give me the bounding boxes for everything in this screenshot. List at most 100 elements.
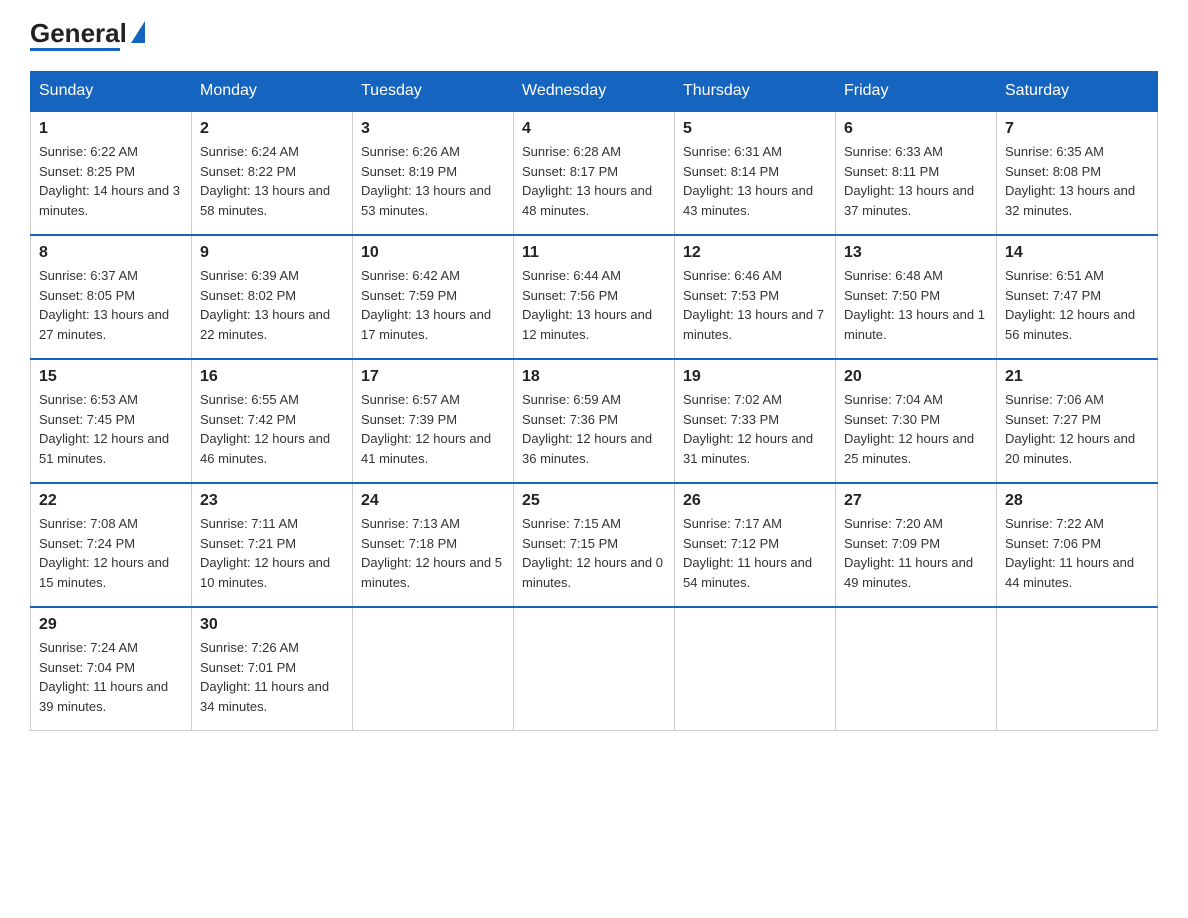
day-info: Sunrise: 6:51 AM Sunset: 7:47 PM Dayligh… — [1005, 266, 1149, 344]
weekday-header-friday: Friday — [836, 72, 997, 112]
day-number: 20 — [844, 368, 988, 386]
calendar-cell: 18 Sunrise: 6:59 AM Sunset: 7:36 PM Dayl… — [514, 359, 675, 483]
calendar-header-row: SundayMondayTuesdayWednesdayThursdayFrid… — [31, 72, 1158, 112]
day-number: 2 — [200, 120, 344, 138]
day-number: 16 — [200, 368, 344, 386]
day-info: Sunrise: 7:08 AM Sunset: 7:24 PM Dayligh… — [39, 514, 183, 592]
day-number: 6 — [844, 120, 988, 138]
day-info: Sunrise: 6:28 AM Sunset: 8:17 PM Dayligh… — [522, 142, 666, 220]
calendar-cell: 29 Sunrise: 7:24 AM Sunset: 7:04 PM Dayl… — [31, 607, 192, 731]
day-info: Sunrise: 7:13 AM Sunset: 7:18 PM Dayligh… — [361, 514, 505, 592]
day-info: Sunrise: 7:17 AM Sunset: 7:12 PM Dayligh… — [683, 514, 827, 592]
day-info: Sunrise: 6:42 AM Sunset: 7:59 PM Dayligh… — [361, 266, 505, 344]
page-header: General — [30, 20, 1158, 51]
day-number: 11 — [522, 244, 666, 262]
calendar-week-row: 8 Sunrise: 6:37 AM Sunset: 8:05 PM Dayli… — [31, 235, 1158, 359]
day-number: 17 — [361, 368, 505, 386]
calendar-cell — [514, 607, 675, 731]
day-info: Sunrise: 6:55 AM Sunset: 7:42 PM Dayligh… — [200, 390, 344, 468]
calendar-cell: 28 Sunrise: 7:22 AM Sunset: 7:06 PM Dayl… — [997, 483, 1158, 607]
calendar-week-row: 1 Sunrise: 6:22 AM Sunset: 8:25 PM Dayli… — [31, 111, 1158, 235]
calendar-cell — [675, 607, 836, 731]
day-number: 13 — [844, 244, 988, 262]
day-info: Sunrise: 6:35 AM Sunset: 8:08 PM Dayligh… — [1005, 142, 1149, 220]
day-number: 29 — [39, 616, 183, 634]
calendar-cell: 23 Sunrise: 7:11 AM Sunset: 7:21 PM Dayl… — [192, 483, 353, 607]
calendar-cell: 11 Sunrise: 6:44 AM Sunset: 7:56 PM Dayl… — [514, 235, 675, 359]
calendar-cell: 2 Sunrise: 6:24 AM Sunset: 8:22 PM Dayli… — [192, 111, 353, 235]
logo-line — [30, 48, 120, 51]
day-number: 25 — [522, 492, 666, 510]
day-info: Sunrise: 7:02 AM Sunset: 7:33 PM Dayligh… — [683, 390, 827, 468]
logo-text: General — [30, 20, 145, 46]
weekday-header-saturday: Saturday — [997, 72, 1158, 112]
day-info: Sunrise: 7:06 AM Sunset: 7:27 PM Dayligh… — [1005, 390, 1149, 468]
weekday-header-thursday: Thursday — [675, 72, 836, 112]
logo: General — [30, 20, 145, 51]
day-number: 15 — [39, 368, 183, 386]
day-info: Sunrise: 7:11 AM Sunset: 7:21 PM Dayligh… — [200, 514, 344, 592]
day-number: 3 — [361, 120, 505, 138]
day-info: Sunrise: 6:33 AM Sunset: 8:11 PM Dayligh… — [844, 142, 988, 220]
logo-general: General — [30, 20, 127, 46]
day-info: Sunrise: 7:26 AM Sunset: 7:01 PM Dayligh… — [200, 638, 344, 716]
day-number: 21 — [1005, 368, 1149, 386]
calendar-cell — [997, 607, 1158, 731]
calendar-cell: 24 Sunrise: 7:13 AM Sunset: 7:18 PM Dayl… — [353, 483, 514, 607]
day-number: 24 — [361, 492, 505, 510]
calendar-body: 1 Sunrise: 6:22 AM Sunset: 8:25 PM Dayli… — [31, 111, 1158, 731]
calendar-cell: 16 Sunrise: 6:55 AM Sunset: 7:42 PM Dayl… — [192, 359, 353, 483]
day-info: Sunrise: 6:44 AM Sunset: 7:56 PM Dayligh… — [522, 266, 666, 344]
calendar-cell: 8 Sunrise: 6:37 AM Sunset: 8:05 PM Dayli… — [31, 235, 192, 359]
day-number: 1 — [39, 120, 183, 138]
day-info: Sunrise: 6:57 AM Sunset: 7:39 PM Dayligh… — [361, 390, 505, 468]
calendar-cell: 15 Sunrise: 6:53 AM Sunset: 7:45 PM Dayl… — [31, 359, 192, 483]
weekday-header-monday: Monday — [192, 72, 353, 112]
calendar-cell: 3 Sunrise: 6:26 AM Sunset: 8:19 PM Dayli… — [353, 111, 514, 235]
calendar-cell: 13 Sunrise: 6:48 AM Sunset: 7:50 PM Dayl… — [836, 235, 997, 359]
day-info: Sunrise: 6:26 AM Sunset: 8:19 PM Dayligh… — [361, 142, 505, 220]
day-info: Sunrise: 7:20 AM Sunset: 7:09 PM Dayligh… — [844, 514, 988, 592]
weekday-header-sunday: Sunday — [31, 72, 192, 112]
day-info: Sunrise: 6:24 AM Sunset: 8:22 PM Dayligh… — [200, 142, 344, 220]
calendar-cell: 5 Sunrise: 6:31 AM Sunset: 8:14 PM Dayli… — [675, 111, 836, 235]
calendar-cell: 10 Sunrise: 6:42 AM Sunset: 7:59 PM Dayl… — [353, 235, 514, 359]
day-number: 22 — [39, 492, 183, 510]
day-number: 5 — [683, 120, 827, 138]
day-info: Sunrise: 6:31 AM Sunset: 8:14 PM Dayligh… — [683, 142, 827, 220]
day-number: 26 — [683, 492, 827, 510]
day-info: Sunrise: 7:04 AM Sunset: 7:30 PM Dayligh… — [844, 390, 988, 468]
day-number: 23 — [200, 492, 344, 510]
day-number: 12 — [683, 244, 827, 262]
weekday-header-tuesday: Tuesday — [353, 72, 514, 112]
day-number: 14 — [1005, 244, 1149, 262]
day-number: 9 — [200, 244, 344, 262]
day-number: 28 — [1005, 492, 1149, 510]
calendar-cell: 30 Sunrise: 7:26 AM Sunset: 7:01 PM Dayl… — [192, 607, 353, 731]
calendar-cell: 21 Sunrise: 7:06 AM Sunset: 7:27 PM Dayl… — [997, 359, 1158, 483]
calendar-cell: 9 Sunrise: 6:39 AM Sunset: 8:02 PM Dayli… — [192, 235, 353, 359]
calendar-cell — [836, 607, 997, 731]
weekday-header-wednesday: Wednesday — [514, 72, 675, 112]
calendar-week-row: 29 Sunrise: 7:24 AM Sunset: 7:04 PM Dayl… — [31, 607, 1158, 731]
calendar-cell: 20 Sunrise: 7:04 AM Sunset: 7:30 PM Dayl… — [836, 359, 997, 483]
day-info: Sunrise: 7:22 AM Sunset: 7:06 PM Dayligh… — [1005, 514, 1149, 592]
calendar-cell: 27 Sunrise: 7:20 AM Sunset: 7:09 PM Dayl… — [836, 483, 997, 607]
day-number: 30 — [200, 616, 344, 634]
day-number: 27 — [844, 492, 988, 510]
calendar-cell: 12 Sunrise: 6:46 AM Sunset: 7:53 PM Dayl… — [675, 235, 836, 359]
day-number: 19 — [683, 368, 827, 386]
day-info: Sunrise: 6:59 AM Sunset: 7:36 PM Dayligh… — [522, 390, 666, 468]
day-info: Sunrise: 6:39 AM Sunset: 8:02 PM Dayligh… — [200, 266, 344, 344]
calendar-cell: 26 Sunrise: 7:17 AM Sunset: 7:12 PM Dayl… — [675, 483, 836, 607]
calendar-cell: 25 Sunrise: 7:15 AM Sunset: 7:15 PM Dayl… — [514, 483, 675, 607]
calendar-cell — [353, 607, 514, 731]
calendar-cell: 7 Sunrise: 6:35 AM Sunset: 8:08 PM Dayli… — [997, 111, 1158, 235]
calendar-cell: 1 Sunrise: 6:22 AM Sunset: 8:25 PM Dayli… — [31, 111, 192, 235]
day-info: Sunrise: 6:48 AM Sunset: 7:50 PM Dayligh… — [844, 266, 988, 344]
logo-triangle-icon — [131, 21, 145, 43]
calendar-cell: 22 Sunrise: 7:08 AM Sunset: 7:24 PM Dayl… — [31, 483, 192, 607]
day-info: Sunrise: 6:53 AM Sunset: 7:45 PM Dayligh… — [39, 390, 183, 468]
day-info: Sunrise: 6:22 AM Sunset: 8:25 PM Dayligh… — [39, 142, 183, 220]
day-number: 18 — [522, 368, 666, 386]
